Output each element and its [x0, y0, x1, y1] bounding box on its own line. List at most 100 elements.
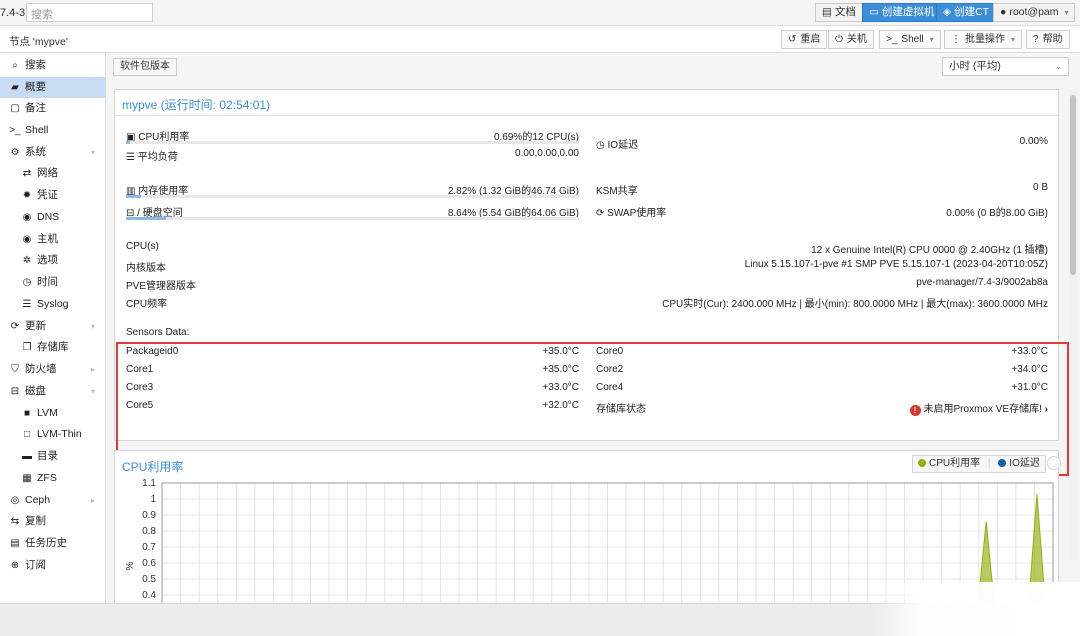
chart-title: CPU利用率 — [122, 460, 184, 474]
files-icon: ❐ — [22, 342, 32, 353]
sidebar-item-disks[interactable]: ⊟ 磁盘 ▾ — [0, 381, 105, 402]
chevron-right-icon: ▸ — [90, 496, 95, 505]
cpus-label: CPU(s) — [126, 241, 159, 252]
package-versions-button[interactable]: 软件包版本 — [113, 58, 177, 76]
cpu-usage-bar-fill — [126, 141, 130, 144]
chevron-down-icon: ⌄ — [1055, 62, 1062, 71]
tasks-icon: ☰ — [126, 152, 138, 163]
desktop-icon: ▭ — [869, 6, 879, 18]
chevron-down-icon: ▾ — [90, 387, 95, 396]
square-outline-icon: □ — [23, 429, 31, 440]
create-ct-button[interactable]: ◈ 创建CT — [936, 3, 997, 22]
sidebar-item-system[interactable]: ⚙ 系统 ▾ — [0, 142, 105, 163]
sidebar-item-subscription[interactable]: ⊕ 订阅 — [0, 555, 105, 576]
sidebar-item-repositories[interactable]: ❐ 存储库 — [0, 337, 105, 358]
timeframe-select[interactable]: 小时 (平均) ⌄ — [942, 57, 1069, 76]
y-tick-label: 1.1 — [142, 479, 156, 489]
certificate-icon: ✹ — [22, 190, 32, 201]
top-header: 7.4-3 搜索 ▤ 文档 ▭ 创建虚拟机 ◈ 创建CT ● root@pam ▾ — [0, 0, 1080, 26]
shutdown-button[interactable]: ⏻ 关机 — [828, 30, 874, 49]
sidebar-item-task-history[interactable]: ▤ 任务历史 — [0, 533, 105, 554]
sidebar-item-search[interactable]: ⌕ 搜索 — [0, 55, 105, 76]
chevron-down-icon: ▾ — [90, 148, 95, 157]
sidebar-item-ceph[interactable]: ◎ Ceph ▸ — [0, 490, 105, 511]
book-icon: ▰ — [11, 82, 19, 93]
legend-separator: | — [987, 458, 991, 469]
legend-item-cpu[interactable]: CPU利用率 — [918, 458, 980, 469]
summary-toolbar: 软件包版本 小时 (平均) ⌄ — [107, 53, 1080, 81]
pve-version-value: pve-manager/7.4-3/9002ab8a — [916, 277, 1048, 288]
main-scrollbar[interactable] — [1069, 90, 1077, 560]
sidebar-item-lvm[interactable]: ■ LVM — [0, 403, 105, 424]
swap-usage-value: 0.00% (0 B的8.00 GiB) — [946, 208, 1048, 219]
cube-icon: ◈ — [943, 6, 952, 18]
bulk-actions-button[interactable]: ⋮ 批量操作 ▾ — [944, 30, 1023, 49]
cpu-usage-bar — [126, 141, 579, 144]
power-icon: ⏻ — [835, 34, 843, 45]
memory-usage-bar — [126, 195, 579, 198]
y-tick-label: 0.8 — [142, 526, 156, 537]
status-panel-header: mypve (运行时间: 02:54:01) — [115, 90, 1058, 116]
gear-icon: ✲ — [22, 255, 32, 266]
shield-icon: ⛉ — [11, 364, 19, 375]
exchange-icon: ⇄ — [22, 168, 32, 179]
pve-version-label: PVE管理器版本 — [126, 281, 197, 292]
terminal-icon: >_ — [886, 34, 898, 45]
docs-button[interactable]: ▤ 文档 — [815, 3, 863, 22]
hdd-icon: ⊟ — [10, 386, 20, 397]
refresh-icon: ⟳ — [10, 321, 20, 332]
node-title: 节点 'mypve' — [9, 36, 68, 48]
sidebar-item-options[interactable]: ✲ 选项 — [0, 250, 105, 271]
sidebar-item-hosts[interactable]: ◉ 主机 — [0, 229, 105, 250]
support-icon: ⊕ — [10, 560, 20, 571]
book-icon: ▤ — [822, 6, 832, 18]
note-icon: ▢ — [10, 103, 20, 114]
create-vm-button[interactable]: ▭ 创建虚拟机 — [862, 3, 942, 22]
list-icon: ☰ — [22, 299, 32, 310]
sidebar-item-directory[interactable]: ▬ 目录 — [0, 446, 105, 467]
sidebar-item-summary[interactable]: ▰ 概要 — [0, 77, 105, 98]
ellipsis-icon: ⋮ — [951, 34, 961, 45]
shell-button[interactable]: >_ Shell ▾ — [879, 30, 941, 49]
refresh-icon: ⟳ — [596, 208, 608, 219]
chart-legend: CPU利用率 | IO延迟 — [912, 455, 1046, 473]
gears-icon: ⚙ — [10, 147, 20, 158]
cpu-frequency-value: CPU实时(Cur): 2400.000 MHz | 最小(min): 800.… — [662, 299, 1048, 310]
question-icon: ? — [1033, 34, 1039, 45]
ceph-icon: ◎ — [10, 495, 20, 506]
sidebar-item-zfs[interactable]: ▦ ZFS — [0, 468, 105, 489]
search-input[interactable]: 搜索 — [26, 3, 153, 22]
sidebar-item-lvm-thin[interactable]: □ LVM-Thin — [0, 424, 105, 445]
sidebar-item-dns[interactable]: ◉ DNS — [0, 207, 105, 228]
sidebar-item-updates[interactable]: ⟳ 更新 ▾ — [0, 316, 105, 337]
sidebar-item-firewall[interactable]: ⛉ 防火墙 ▸ — [0, 359, 105, 380]
load-average-value: 0.00,0.00,0.00 — [515, 148, 579, 159]
status-panel-title: mypve (运行时间: 02:54:01) — [122, 98, 271, 112]
sidebar-item-notes[interactable]: ▢ 备注 — [0, 98, 105, 119]
sidebar-item-syslog[interactable]: ☰ Syslog — [0, 294, 105, 315]
sidebar-item-certificates[interactable]: ✹ 凭证 — [0, 185, 105, 206]
status-panel: mypve (运行时间: 02:54:01) ▣ CPU利用率 0.69%的12… — [114, 89, 1069, 476]
chevron-down-icon: ▾ — [929, 35, 934, 44]
chevron-right-icon: ▸ — [90, 365, 95, 374]
sidebar-item-shell[interactable]: >_ Shell — [0, 120, 105, 141]
sidebar-item-time[interactable]: ◷ 时间 — [0, 272, 105, 293]
grid-icon: ▦ — [22, 473, 32, 484]
sidebar-item-network[interactable]: ⇄ 网络 — [0, 163, 105, 184]
scrollbar-thumb[interactable] — [1070, 95, 1076, 275]
version-label: 7.4-3 — [0, 7, 26, 19]
memory-usage-bar-fill — [126, 195, 141, 198]
user-menu-button[interactable]: ● root@pam ▾ — [993, 3, 1075, 22]
io-delay-value: 0.00% — [1019, 136, 1048, 147]
clock-icon: ◷ — [596, 140, 608, 151]
folder-icon: ▬ — [22, 451, 32, 462]
legend-item-io[interactable]: IO延迟 — [998, 458, 1040, 469]
chart-tools-button[interactable] — [1047, 456, 1061, 470]
chevron-down-icon: ▾ — [90, 322, 95, 331]
undo-icon: ↺ — [788, 34, 797, 45]
reboot-button[interactable]: ↺ 重启 — [781, 30, 828, 49]
chevron-down-icon: ▾ — [1011, 35, 1016, 44]
node-toolbar: 节点 'mypve' ↺ 重启 ⏻ 关机 >_ Shell ▾ ⋮ 批量操作 ▾ ? 帮助 — [0, 26, 1080, 53]
sidebar-item-replication[interactable]: ⇆ 复制 — [0, 511, 105, 532]
help-button[interactable]: ? 帮助 — [1026, 30, 1070, 49]
